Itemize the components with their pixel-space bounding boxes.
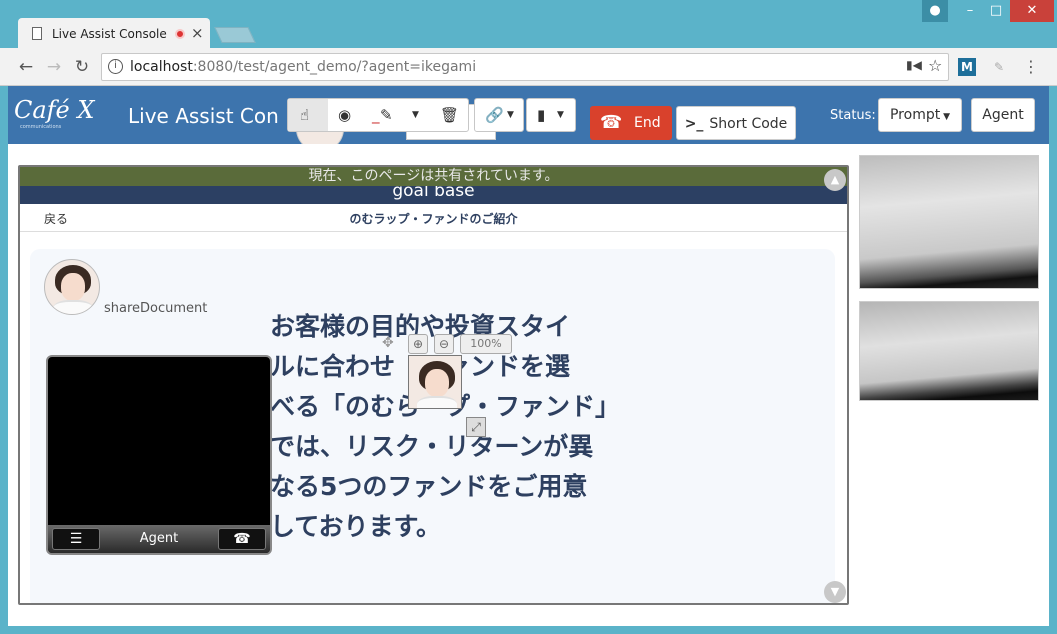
zoom-level: 100%: [460, 334, 512, 354]
agent-pointer-avatar[interactable]: [408, 355, 462, 409]
local-video-thumbnail[interactable]: [859, 301, 1039, 401]
zoom-in-icon[interactable]: ⊕: [408, 334, 428, 354]
body-line: では、リスク・リターンが異: [270, 432, 594, 461]
avatar-body: [417, 396, 457, 408]
site-banner: goal base: [20, 186, 847, 204]
menu-kebab-icon[interactable]: ⋮: [1022, 58, 1040, 76]
target-icon[interactable]: ◉: [338, 106, 351, 124]
annotation-toolbar: ☝ ◉ _ ✎ ▼ 🗑: [287, 98, 469, 132]
avatar-body: [53, 300, 93, 314]
new-tab-button[interactable]: [214, 27, 256, 43]
terminal-icon: >_: [684, 116, 704, 132]
pdf-extension-icon[interactable]: ✎: [990, 58, 1008, 76]
extension-m-icon[interactable]: M: [958, 58, 976, 76]
reload-icon[interactable]: ↻: [72, 57, 92, 77]
short-code-label: Short Code: [709, 116, 788, 132]
share-notice: 現在、このページは共有されています。: [20, 167, 847, 186]
link-menu[interactable]: 🔗 ▼: [474, 98, 524, 132]
agent-button[interactable]: Agent: [971, 98, 1035, 132]
remote-video-thumbnail[interactable]: [859, 155, 1039, 289]
short-code-button[interactable]: >_ Short Code: [676, 106, 796, 140]
document-menu[interactable]: ▮ ▼: [526, 98, 576, 132]
status-label: Status:: [830, 108, 876, 123]
status-value: Prompt: [889, 107, 941, 123]
hangup-icon[interactable]: ☎: [218, 528, 266, 550]
tab-title: Live Assist Console: [52, 27, 167, 41]
agent-avatar: [44, 259, 100, 315]
caret-down-icon: ▼: [557, 110, 564, 120]
tab-close-button[interactable]: ×: [191, 24, 204, 42]
browser-tab[interactable]: Live Assist Console ×: [18, 18, 210, 48]
back-arrow-icon[interactable]: ←: [16, 57, 36, 77]
pen-color-icon[interactable]: _: [372, 106, 380, 124]
body-line: しております。: [270, 512, 442, 541]
share-document-label: shareDocument: [104, 301, 208, 316]
bookmark-star-icon[interactable]: ☆: [928, 56, 942, 75]
video-controls: ☰ Agent ☎: [48, 525, 270, 553]
resize-handle-icon[interactable]: ⤢: [466, 417, 486, 437]
body-line: なる5つのファンドをご用意: [270, 472, 588, 501]
recording-icon: [175, 29, 185, 39]
avatar-face: [425, 369, 449, 397]
scroll-down-icon[interactable]: ▼: [824, 581, 846, 603]
hangup-icon: ☎: [600, 112, 623, 133]
move-icon[interactable]: ✥: [382, 335, 394, 351]
agent-video-panel: ☰ Agent ☎: [46, 355, 272, 555]
logo-subtitle: communications: [20, 124, 62, 130]
url-host: localhost: [130, 59, 193, 75]
page-heading: のむラップ・ファンドのご紹介: [349, 212, 518, 226]
info-icon[interactable]: i: [108, 59, 123, 74]
end-call-button[interactable]: ☎ End: [590, 106, 672, 140]
end-label: End: [634, 115, 661, 131]
forward-arrow-icon[interactable]: →: [44, 57, 64, 77]
link-icon: 🔗: [485, 106, 504, 124]
browser-titlebar: Live Assist Console × ● – □ ✕: [0, 0, 1057, 48]
zoom-widget: ✥ ⊕ ⊖ 100%: [382, 334, 512, 355]
cobrowse-viewer[interactable]: goal base 現在、このページは共有されています。 ▲ 戻る のむラップ・…: [18, 165, 849, 605]
page-icon: [32, 27, 42, 40]
trash-icon[interactable]: 🗑: [440, 106, 459, 124]
maximize-button[interactable]: □: [979, 0, 1013, 22]
url-path: :8080/test/agent_demo/?agent=ikegami: [192, 59, 477, 75]
hand-pointer-icon: ☝: [300, 106, 310, 124]
cafex-logo: Café X: [14, 96, 95, 124]
page-nav: 戻る のむラップ・ファンドのご紹介: [20, 204, 847, 232]
page-title: Live Assist Con: [128, 104, 279, 128]
browser-toolbar: ← → ↻ i localhost:8080/test/agent_demo/?…: [0, 48, 1057, 86]
pen-icon[interactable]: ✎: [380, 106, 393, 124]
camera-icon[interactable]: ▮◀: [906, 58, 922, 72]
address-bar[interactable]: i localhost:8080/test/agent_demo/?agent=…: [101, 53, 949, 81]
document-icon: ▮: [537, 106, 546, 124]
status-dropdown[interactable]: Prompt ▼: [878, 98, 962, 132]
avatar-face: [61, 273, 85, 301]
caret-down-icon[interactable]: ▼: [412, 110, 419, 120]
caret-down-icon: ▼: [507, 110, 514, 120]
window-close-button[interactable]: ✕: [1010, 0, 1054, 22]
scroll-up-icon[interactable]: ▲: [824, 169, 846, 191]
caret-down-icon: ▼: [940, 112, 951, 122]
zoom-out-icon[interactable]: ⊖: [434, 334, 454, 354]
user-icon[interactable]: ●: [922, 0, 948, 22]
